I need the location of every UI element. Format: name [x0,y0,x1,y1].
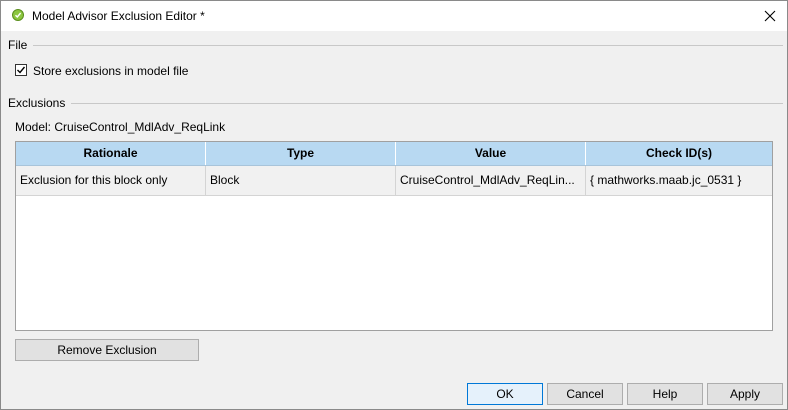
remove-exclusion-button[interactable]: Remove Exclusion [15,339,199,361]
ok-button[interactable]: OK [467,383,543,405]
help-button[interactable]: Help [627,383,703,405]
title-bar: Model Advisor Exclusion Editor * [1,1,787,31]
exclusions-section-label: Exclusions [8,96,66,110]
cancel-button[interactable]: Cancel [547,383,623,405]
column-header-type[interactable]: Type [206,142,396,165]
store-exclusions-checkbox[interactable] [15,64,27,76]
table-header: Rationale Type Value Check ID(s) [16,142,772,166]
exclusions-section-divider [71,103,783,104]
column-header-check-ids[interactable]: Check ID(s) [586,142,772,165]
cell-value[interactable]: CruiseControl_MdlAdv_ReqLin... [396,166,586,195]
cell-rationale[interactable]: Exclusion for this block only [16,166,206,195]
model-advisor-icon [12,9,24,21]
column-header-value[interactable]: Value [396,142,586,165]
store-exclusions-label[interactable]: Store exclusions in model file [33,64,188,78]
file-section-label: File [8,38,28,52]
window-title: Model Advisor Exclusion Editor * [32,9,205,23]
exclusion-editor-window: Model Advisor Exclusion Editor * File St… [0,0,788,410]
cell-type[interactable]: Block [206,166,396,195]
exclusions-table: Rationale Type Value Check ID(s) Exclusi… [15,141,773,331]
cell-check-ids[interactable]: { mathworks.maab.jc_0531 } [586,166,772,195]
model-name-label: Model: CruiseControl_MdlAdv_ReqLink [15,120,226,134]
table-row[interactable]: Exclusion for this block only Block Crui… [16,166,772,196]
checkmark-icon [17,66,26,74]
file-section-divider [33,45,783,46]
close-button[interactable] [759,5,781,27]
apply-button[interactable]: Apply [707,383,783,405]
column-header-rationale[interactable]: Rationale [16,142,206,165]
close-icon [764,10,776,22]
